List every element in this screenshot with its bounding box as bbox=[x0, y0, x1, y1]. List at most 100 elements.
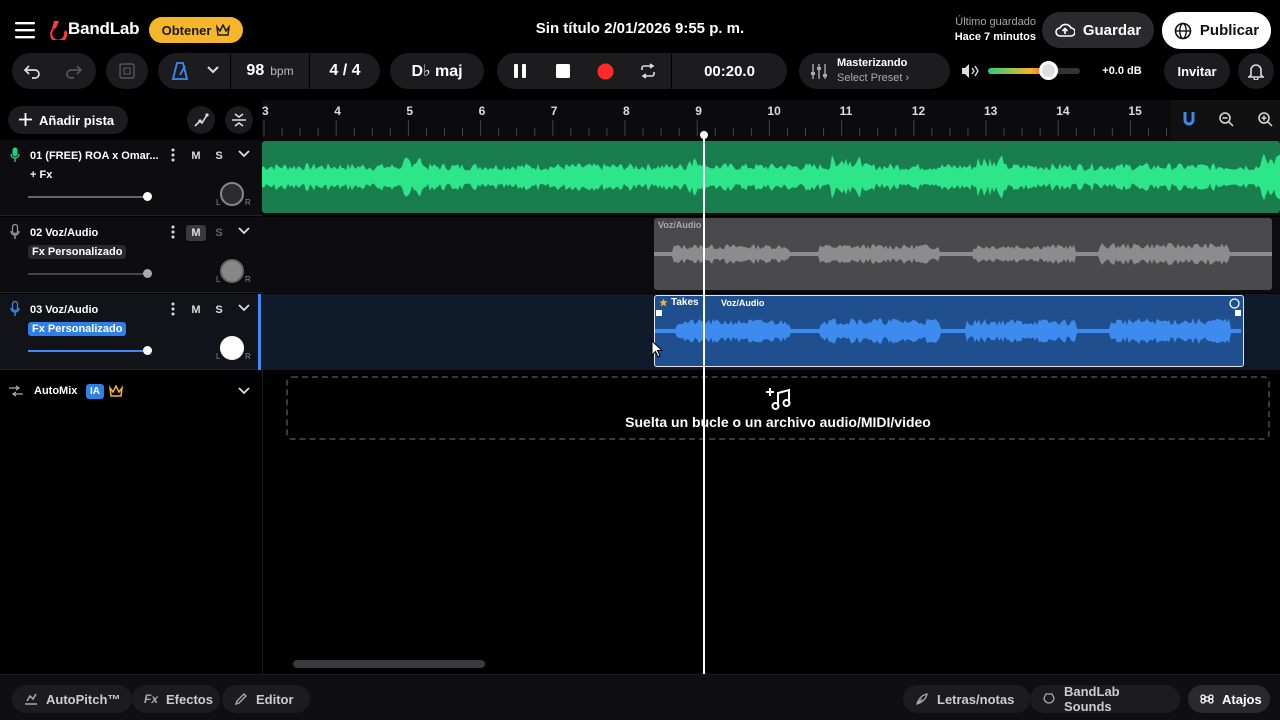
speaker-icon[interactable] bbox=[961, 63, 979, 79]
mute-button[interactable]: M bbox=[186, 302, 206, 318]
letras-button[interactable]: Letras/notas bbox=[903, 685, 1030, 713]
undo-redo-group bbox=[12, 53, 96, 89]
pan-right-label: R bbox=[245, 352, 251, 361]
pan-knob[interactable] bbox=[220, 182, 244, 206]
solo-button[interactable]: S bbox=[209, 225, 229, 241]
key-selector[interactable]: D♭ maj bbox=[390, 53, 484, 89]
track-lane-1[interactable] bbox=[262, 140, 1280, 216]
loop-icon[interactable] bbox=[639, 63, 657, 79]
mastering-selector[interactable]: Masterizando Select Preset › bbox=[799, 53, 950, 89]
bandlab-logo-icon[interactable] bbox=[48, 19, 68, 41]
notifications-button[interactable] bbox=[1238, 53, 1274, 89]
add-track-button[interactable]: Añadir pista bbox=[8, 106, 128, 134]
solo-button[interactable]: S bbox=[209, 302, 229, 318]
audio-clip-track2[interactable]: Voz/Audio bbox=[654, 218, 1272, 290]
time-signature[interactable]: 4 / 4 bbox=[310, 62, 380, 80]
chevron-down-icon[interactable] bbox=[238, 150, 250, 158]
slider-handle[interactable] bbox=[143, 192, 152, 201]
automation-button[interactable] bbox=[187, 106, 215, 134]
chevron-down-icon[interactable] bbox=[238, 304, 250, 312]
fx-personalizado-tag[interactable]: Fx Personalizado bbox=[28, 322, 127, 336]
pan-right-label: R bbox=[245, 198, 251, 207]
invitar-button[interactable]: Invitar bbox=[1164, 53, 1230, 89]
loop-handle-icon[interactable] bbox=[1229, 298, 1240, 309]
brand-name[interactable]: BandLab bbox=[68, 19, 140, 39]
chevron-down-icon[interactable] bbox=[238, 227, 250, 235]
volume-handle[interactable] bbox=[1038, 61, 1058, 80]
ruler-bar-number: 4 bbox=[334, 104, 341, 118]
track-name[interactable]: 01 (FREE) ROA x Omar... bbox=[30, 150, 159, 162]
microphone-icon[interactable] bbox=[10, 301, 20, 317]
automix-row[interactable]: AutoMix IA bbox=[0, 376, 262, 406]
stop-icon[interactable] bbox=[556, 64, 570, 78]
clip-label: Voz/Audio bbox=[658, 220, 702, 230]
playhead-handle[interactable] bbox=[700, 131, 708, 139]
mute-button[interactable]: M bbox=[186, 225, 206, 241]
editor-button[interactable]: Editor bbox=[222, 685, 310, 713]
quantize-button[interactable] bbox=[106, 53, 148, 89]
mouse-cursor-icon bbox=[651, 340, 663, 358]
playhead[interactable] bbox=[703, 133, 705, 674]
track-lane-3[interactable]: Takes Voz/Audio bbox=[262, 294, 1280, 370]
snap-magnet-icon[interactable] bbox=[1183, 111, 1195, 127]
pan-knob[interactable] bbox=[220, 259, 244, 283]
bpm-field[interactable]: 98 bpm bbox=[230, 53, 310, 89]
autopitch-button[interactable]: AutoPitch™ bbox=[12, 685, 132, 713]
efectos-button[interactable]: Fx Efectos bbox=[132, 685, 220, 713]
horizontal-scrollbar[interactable] bbox=[293, 660, 485, 668]
record-icon[interactable] bbox=[597, 63, 614, 80]
track-name[interactable]: 03 Voz/Audio bbox=[30, 304, 98, 316]
audio-clip-track3[interactable]: Takes Voz/Audio bbox=[654, 295, 1244, 367]
clip-resize-handle-left[interactable] bbox=[656, 310, 662, 316]
more-vertical-icon[interactable] bbox=[171, 302, 175, 316]
timeline-ruler[interactable]: 3 4 5 6 7 8 9 10 11 12 13 14 15 bbox=[262, 100, 1280, 140]
fit-tracks-button[interactable] bbox=[225, 106, 253, 134]
more-vertical-icon[interactable] bbox=[171, 148, 175, 162]
atajos-button[interactable]: Atajos bbox=[1188, 685, 1270, 713]
mute-button[interactable]: M bbox=[186, 148, 206, 164]
project-title[interactable]: Sin título 2/01/2026 9:55 p. m. bbox=[480, 20, 800, 37]
track-lane-2[interactable]: Voz/Audio bbox=[262, 217, 1280, 293]
pause-icon[interactable] bbox=[513, 63, 527, 79]
chevron-down-icon[interactable] bbox=[238, 387, 250, 395]
crown-icon bbox=[109, 385, 123, 397]
zoom-out-icon[interactable] bbox=[1219, 112, 1234, 127]
drop-zone[interactable]: Suelta un bucle o un archivo audio/MIDI/… bbox=[286, 376, 1270, 440]
clip-resize-handle-right[interactable] bbox=[1235, 310, 1241, 316]
track-header-3[interactable]: 03 Voz/Audio Fx Personalizado M S L R bbox=[0, 294, 262, 370]
chevron-down-icon[interactable] bbox=[206, 65, 220, 75]
audio-clip-track1[interactable] bbox=[262, 141, 1280, 213]
takes-label[interactable]: Takes bbox=[671, 297, 699, 308]
slider-handle[interactable] bbox=[143, 346, 152, 355]
track-name[interactable]: 02 Voz/Audio bbox=[30, 227, 98, 239]
master-volume-slider[interactable] bbox=[988, 61, 1080, 80]
track-volume-slider[interactable] bbox=[28, 196, 148, 198]
microphone-icon[interactable] bbox=[10, 224, 20, 240]
waveform-shape bbox=[654, 243, 1272, 265]
more-vertical-icon[interactable] bbox=[171, 225, 175, 239]
zoom-in-icon[interactable] bbox=[1258, 112, 1273, 127]
track-header-2[interactable]: 02 Voz/Audio Fx Personalizado M S L R bbox=[0, 217, 262, 293]
obtener-button[interactable]: Obtener bbox=[149, 17, 243, 43]
redo-icon[interactable] bbox=[64, 61, 84, 81]
track-header-1[interactable]: 01 (FREE) ROA x Omar... + Fx M S L R bbox=[0, 140, 262, 216]
bandlab-sounds-button[interactable]: BandLab Sounds bbox=[1030, 684, 1180, 714]
publicar-button[interactable]: Publicar bbox=[1162, 12, 1271, 49]
collapse-icon bbox=[231, 112, 247, 128]
track-volume-slider[interactable] bbox=[28, 350, 148, 352]
microphone-icon[interactable] bbox=[10, 147, 20, 163]
guardar-button[interactable]: Guardar bbox=[1042, 12, 1154, 48]
ruler-bar-number: 11 bbox=[839, 104, 853, 118]
slider-handle[interactable] bbox=[143, 269, 152, 278]
undo-icon[interactable] bbox=[22, 61, 42, 81]
metronome-icon[interactable] bbox=[171, 62, 189, 80]
letras-label: Letras/notas bbox=[937, 691, 1015, 707]
fx-personalizado-tag[interactable]: Fx Personalizado bbox=[28, 245, 127, 259]
track-volume-slider[interactable] bbox=[28, 273, 148, 275]
time-display[interactable]: 00:20.0 bbox=[671, 53, 787, 89]
menu-icon[interactable] bbox=[14, 18, 38, 42]
solo-button[interactable]: S bbox=[209, 148, 229, 164]
add-fx-button[interactable]: + Fx bbox=[26, 168, 56, 182]
pan-knob[interactable] bbox=[220, 336, 244, 360]
ruler-bar-number: 7 bbox=[550, 104, 558, 118]
